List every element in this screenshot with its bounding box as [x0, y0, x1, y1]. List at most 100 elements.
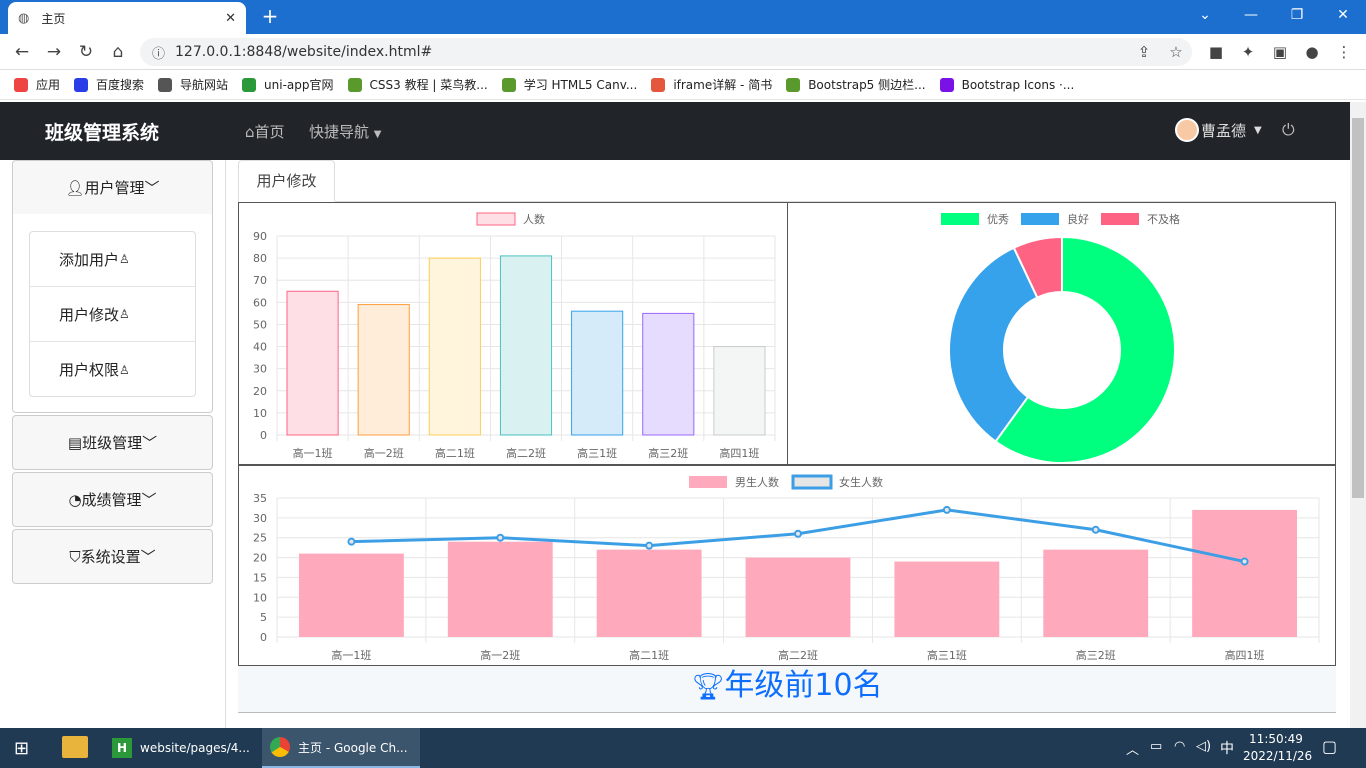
- tab-edit-user[interactable]: 用户修改: [238, 160, 335, 202]
- accordion-user-mgmt[interactable]: 👤︎ 用户管理 ﹀: [12, 160, 213, 215]
- wifi-icon[interactable]: ◠: [1174, 739, 1185, 754]
- bar: [1043, 549, 1149, 637]
- accordion-label: 系统设置: [80, 548, 141, 566]
- sidebar-item-add-user[interactable]: 添加用户 ♙: [29, 232, 196, 287]
- x-tick-label: 高三2班: [648, 446, 688, 460]
- bar: [299, 553, 404, 637]
- chart-panel-grade-dist: 优秀 良好 不及格: [787, 202, 1336, 465]
- forward-icon[interactable]: →: [42, 40, 66, 64]
- bookmark-item[interactable]: Bootstrap5 侧边栏...: [786, 76, 926, 93]
- reload-icon[interactable]: ↻: [74, 40, 98, 64]
- bookmark-icon: [347, 77, 362, 92]
- bookmark-item[interactable]: iframe详解 - 简书: [651, 76, 772, 93]
- file-explorer-icon[interactable]: [62, 736, 88, 758]
- chevron-down-icon: ﹀: [141, 491, 157, 509]
- tab-close-icon[interactable]: ✕: [225, 11, 236, 26]
- close-window-icon[interactable]: ✕: [1320, 4, 1366, 28]
- bookmark-item[interactable]: 应用: [14, 76, 60, 93]
- tray-chevron-icon[interactable]: ︿: [1126, 739, 1139, 758]
- bookmark-label: uni-app官网: [264, 78, 334, 92]
- sidebar-item-edit-user[interactable]: 用户修改 ♙: [29, 287, 196, 342]
- avatar: [1175, 118, 1199, 142]
- taskbar-app-chrome[interactable]: 主页 - Google Ch...: [262, 728, 420, 768]
- new-tab-button[interactable]: +: [258, 5, 282, 29]
- accordion-settings[interactable]: ⛉ 系统设置 ﹀: [12, 529, 213, 584]
- chart-panel-class-count: 人数 0 10 20 30 40 50 60 70 80 90 高一1班 高一2班 高二1班 高二2班 高三1…: [238, 202, 788, 465]
- trophy-icon: 🏆︎: [691, 672, 725, 702]
- star-icon[interactable]: ☆: [1164, 40, 1188, 64]
- browser-tab[interactable]: ◍ 主页 ✕: [8, 2, 246, 34]
- y-tick-label: 10: [253, 591, 267, 604]
- notification-icon[interactable]: ▢: [1322, 737, 1337, 756]
- sidebar-item-label: 用户权限: [59, 361, 120, 379]
- restore-icon[interactable]: ❐: [1274, 4, 1320, 28]
- bookmark-label: 导航网站: [180, 78, 229, 92]
- legend-swatch: [1021, 213, 1059, 225]
- bar: [713, 346, 766, 436]
- profile-icon[interactable]: ●: [1300, 40, 1324, 64]
- accordion-score-mgmt[interactable]: ◔ 成绩管理 ﹀: [12, 472, 213, 527]
- tab-search-icon[interactable]: ⌄: [1182, 4, 1228, 28]
- bookmark-icon: [501, 77, 516, 92]
- address-bar[interactable]: ⓘ 127.0.0.1:8848/website/index.html#: [140, 38, 1192, 66]
- y-tick-label: 25: [253, 532, 267, 545]
- clock[interactable]: 11:50:49 2022/11/26: [1243, 732, 1312, 763]
- minimize-icon[interactable]: —: [1228, 4, 1274, 28]
- person-gear-icon: ♙: [119, 362, 130, 377]
- bar-chart-class-count: 人数 0 10 20 30 40 50 60 70 80 90 高一1班 高一2班 高二1班 高二2班 高三1…: [253, 212, 776, 460]
- menu-icon[interactable]: ⋮: [1332, 40, 1356, 64]
- x-tick-label: 高一1班: [331, 648, 371, 662]
- sidebar-item-permissions[interactable]: 用户权限 ♙: [29, 342, 196, 397]
- y-tick-label: 40: [253, 341, 267, 354]
- y-tick-label: 0: [260, 631, 267, 644]
- line-point: [1091, 525, 1100, 534]
- x-tick-label: 高二1班: [629, 648, 669, 662]
- back-icon[interactable]: ←: [10, 40, 34, 64]
- scrollbar-thumb[interactable]: [1352, 118, 1364, 498]
- bar: [571, 310, 624, 436]
- info-icon[interactable]: ⓘ: [152, 43, 165, 62]
- person-icon: 👤︎: [65, 178, 85, 197]
- ime-indicator[interactable]: 中: [1220, 738, 1234, 758]
- bookmark-item[interactable]: 导航网站: [158, 76, 228, 93]
- y-tick-label: 30: [253, 512, 267, 525]
- line-point: [1240, 557, 1249, 566]
- legend-label: 男生人数: [735, 475, 779, 489]
- nav-quick-dropdown[interactable]: 快捷导航 ▼: [309, 121, 382, 142]
- y-tick-label: 10: [253, 407, 267, 420]
- line-point: [347, 537, 356, 546]
- accordion-class-mgmt[interactable]: ▤ 班级管理 ﹀: [12, 415, 213, 470]
- legend-label: 良好: [1067, 212, 1089, 226]
- windows-start-icon[interactable]: ⊞: [14, 738, 29, 759]
- power-icon[interactable]: ⏻: [1282, 120, 1295, 140]
- bar: [642, 312, 695, 436]
- volume-icon[interactable]: ◁): [1196, 739, 1211, 754]
- bookmark-item[interactable]: Bootstrap Icons ·...: [939, 77, 1074, 92]
- puzzle-icon[interactable]: ✦: [1236, 40, 1260, 64]
- nav-home-link[interactable]: ⌂首页: [245, 121, 285, 142]
- tab-title: 主页: [41, 11, 66, 26]
- bookmark-item[interactable]: 百度搜索: [74, 76, 144, 93]
- accordion-label: 班级管理: [82, 434, 143, 452]
- taskbar-app-label: website/pages/4...: [140, 741, 250, 755]
- chevron-down-icon: ﹀: [140, 548, 156, 566]
- user-menu[interactable]: 曹孟德 ▼: [1175, 118, 1262, 142]
- bookmark-item[interactable]: uni-app官网: [242, 76, 334, 93]
- share-icon[interactable]: ⇪: [1132, 40, 1156, 64]
- x-tick-label: 高一2班: [480, 648, 520, 662]
- legend-label: 优秀: [987, 213, 1009, 226]
- brand-title[interactable]: 班级管理系统: [45, 118, 159, 145]
- bookmark-item[interactable]: CSS3 教程 | 菜鸟教...: [347, 76, 488, 93]
- battery-icon[interactable]: ▭: [1150, 739, 1162, 754]
- pie-chart-icon: ◔: [68, 490, 82, 509]
- sidepanel-icon[interactable]: ▣: [1268, 40, 1292, 64]
- taskbar-app-hbuilder[interactable]: Hwebsite/pages/4...: [104, 728, 254, 768]
- bookmark-label: 百度搜索: [96, 78, 145, 92]
- extension-app-icon[interactable]: ■: [1204, 40, 1228, 64]
- nav-home-label: 首页: [254, 123, 285, 141]
- windows-taskbar: ⊞ Hwebsite/pages/4... 主页 - Google Ch... …: [0, 728, 1366, 768]
- y-tick-label: 20: [253, 385, 267, 398]
- bookmark-icon: [786, 77, 801, 92]
- bookmark-item[interactable]: 学习 HTML5 Canv...: [501, 76, 637, 93]
- home-icon[interactable]: ⌂: [106, 40, 130, 64]
